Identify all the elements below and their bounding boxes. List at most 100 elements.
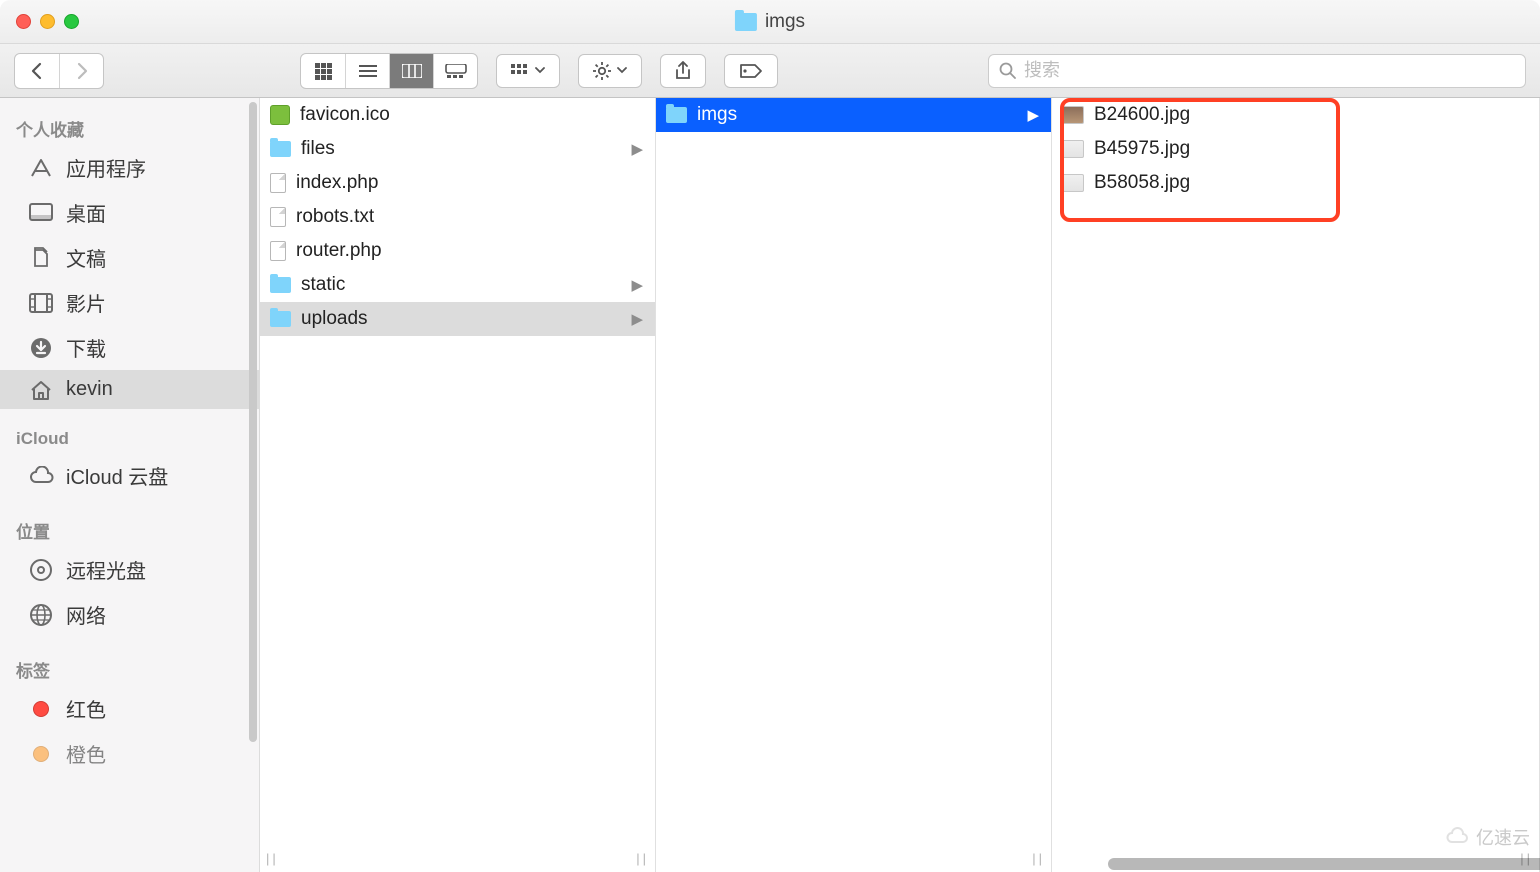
sidebar-item-tag-orange[interactable]: 橙色 <box>0 731 259 776</box>
file-name: uploads <box>301 308 368 330</box>
column-3[interactable]: B24600.jpg B45975.jpg B58058.jpg || <box>1052 98 1540 872</box>
folder-icon <box>270 141 291 157</box>
file-name: router.php <box>296 240 382 262</box>
chevron-right-icon: ▶ <box>631 310 643 328</box>
back-button[interactable] <box>15 54 59 88</box>
disc-icon <box>28 559 54 581</box>
file-icon <box>270 241 286 261</box>
nav-buttons <box>14 53 104 89</box>
window-title-text: imgs <box>765 11 805 33</box>
cloud-icon <box>1444 827 1472 847</box>
sidebar-item-label: 红色 <box>66 694 106 723</box>
movies-icon <box>28 292 54 314</box>
search-icon <box>999 62 1016 79</box>
file-row-selected[interactable]: imgs ▶ <box>656 98 1051 132</box>
gallery-icon <box>445 64 467 78</box>
toolbar <box>0 44 1540 98</box>
forward-button[interactable] <box>59 54 103 88</box>
file-row[interactable]: robots.txt <box>260 200 655 234</box>
file-name: imgs <box>697 104 737 126</box>
chevron-right-icon: ▶ <box>631 140 643 158</box>
file-row[interactable]: B24600.jpg <box>1052 98 1539 132</box>
sidebar-scroll-thumb[interactable] <box>249 102 257 742</box>
sidebar-item-label: 远程光盘 <box>66 555 146 584</box>
action-button[interactable] <box>578 54 642 88</box>
view-list-button[interactable] <box>345 54 389 88</box>
tags-button[interactable] <box>724 54 778 88</box>
sidebar-header-icloud: iCloud <box>0 423 259 453</box>
window-controls <box>0 14 79 29</box>
chevron-right-icon <box>75 62 89 80</box>
file-name: B58058.jpg <box>1094 172 1190 194</box>
search-input[interactable] <box>1024 60 1515 81</box>
view-mode-group <box>300 53 478 89</box>
file-row[interactable]: favicon.ico <box>260 98 655 132</box>
sidebar-item-label: 下载 <box>66 333 106 362</box>
main-area: 个人收藏 应用程序 桌面 文稿 影片 下载 kevin iCloud iCl <box>0 98 1540 872</box>
sidebar: 个人收藏 应用程序 桌面 文稿 影片 下载 kevin iCloud iCl <box>0 98 260 872</box>
view-gallery-button[interactable] <box>433 54 477 88</box>
sidebar-header-locations: 位置 <box>0 512 259 547</box>
folder-icon <box>735 13 757 31</box>
sidebar-item-tag-red[interactable]: 红色 <box>0 686 259 731</box>
file-name: index.php <box>296 172 378 194</box>
grid-icon <box>314 62 332 80</box>
download-icon <box>28 337 54 359</box>
file-row[interactable]: B45975.jpg <box>1052 132 1539 166</box>
chevron-right-icon: ▶ <box>1027 106 1039 124</box>
sidebar-header-favorites: 个人收藏 <box>0 110 259 145</box>
close-window-button[interactable] <box>16 14 31 29</box>
view-icon-button[interactable] <box>301 54 345 88</box>
file-row[interactable]: files ▶ <box>260 132 655 166</box>
file-name: B24600.jpg <box>1094 104 1190 126</box>
search-field[interactable] <box>988 54 1526 88</box>
share-button[interactable] <box>660 54 706 88</box>
zoom-window-button[interactable] <box>64 14 79 29</box>
horizontal-scroll-thumb[interactable] <box>1108 858 1540 870</box>
folder-icon <box>666 107 687 123</box>
sidebar-item-desktop[interactable]: 桌面 <box>0 190 259 235</box>
image-thumb-icon <box>1062 106 1084 124</box>
sidebar-item-network[interactable]: 网络 <box>0 592 259 637</box>
chevron-left-icon <box>30 62 44 80</box>
view-columns-button[interactable] <box>389 54 433 88</box>
sidebar-item-label: 文稿 <box>66 243 106 272</box>
file-name: robots.txt <box>296 206 374 228</box>
column-2[interactable]: imgs ▶ || <box>656 98 1052 872</box>
sidebar-item-label: 影片 <box>66 288 106 317</box>
list-icon <box>359 64 377 78</box>
sidebar-item-applications[interactable]: 应用程序 <box>0 145 259 190</box>
tag-red-icon <box>28 698 54 720</box>
sidebar-item-label: 网络 <box>66 600 106 629</box>
columns-icon <box>402 64 422 78</box>
file-name: static <box>301 274 345 296</box>
arrange-button[interactable] <box>496 54 560 88</box>
sidebar-item-label: 橙色 <box>66 739 106 768</box>
sidebar-item-documents[interactable]: 文稿 <box>0 235 259 280</box>
column-1[interactable]: favicon.ico files ▶ index.php robots.txt… <box>260 98 656 872</box>
sidebar-item-movies[interactable]: 影片 <box>0 280 259 325</box>
file-row[interactable]: router.php <box>260 234 655 268</box>
sidebar-item-icloud-drive[interactable]: iCloud 云盘 <box>0 453 259 498</box>
file-row-selected[interactable]: uploads ▶ <box>260 302 655 336</box>
cloud-icon <box>28 465 54 487</box>
file-name: B45975.jpg <box>1094 138 1190 160</box>
folder-icon <box>270 311 291 327</box>
file-row[interactable]: B58058.jpg <box>1052 166 1539 200</box>
minimize-window-button[interactable] <box>40 14 55 29</box>
file-row[interactable]: static ▶ <box>260 268 655 302</box>
sidebar-item-home[interactable]: kevin <box>0 370 259 409</box>
file-icon <box>270 173 286 193</box>
globe-icon <box>28 604 54 626</box>
file-icon <box>270 207 286 227</box>
image-thumb-icon <box>1062 174 1084 192</box>
watermark: 亿速云 <box>1444 824 1530 850</box>
ico-file-icon <box>270 105 290 125</box>
file-name: files <box>301 138 335 160</box>
sidebar-item-label: kevin <box>66 378 113 401</box>
sidebar-item-remote-disc[interactable]: 远程光盘 <box>0 547 259 592</box>
horizontal-scrollbar[interactable] <box>260 856 1540 872</box>
sidebar-item-downloads[interactable]: 下载 <box>0 325 259 370</box>
folder-icon <box>270 277 291 293</box>
file-row[interactable]: index.php <box>260 166 655 200</box>
